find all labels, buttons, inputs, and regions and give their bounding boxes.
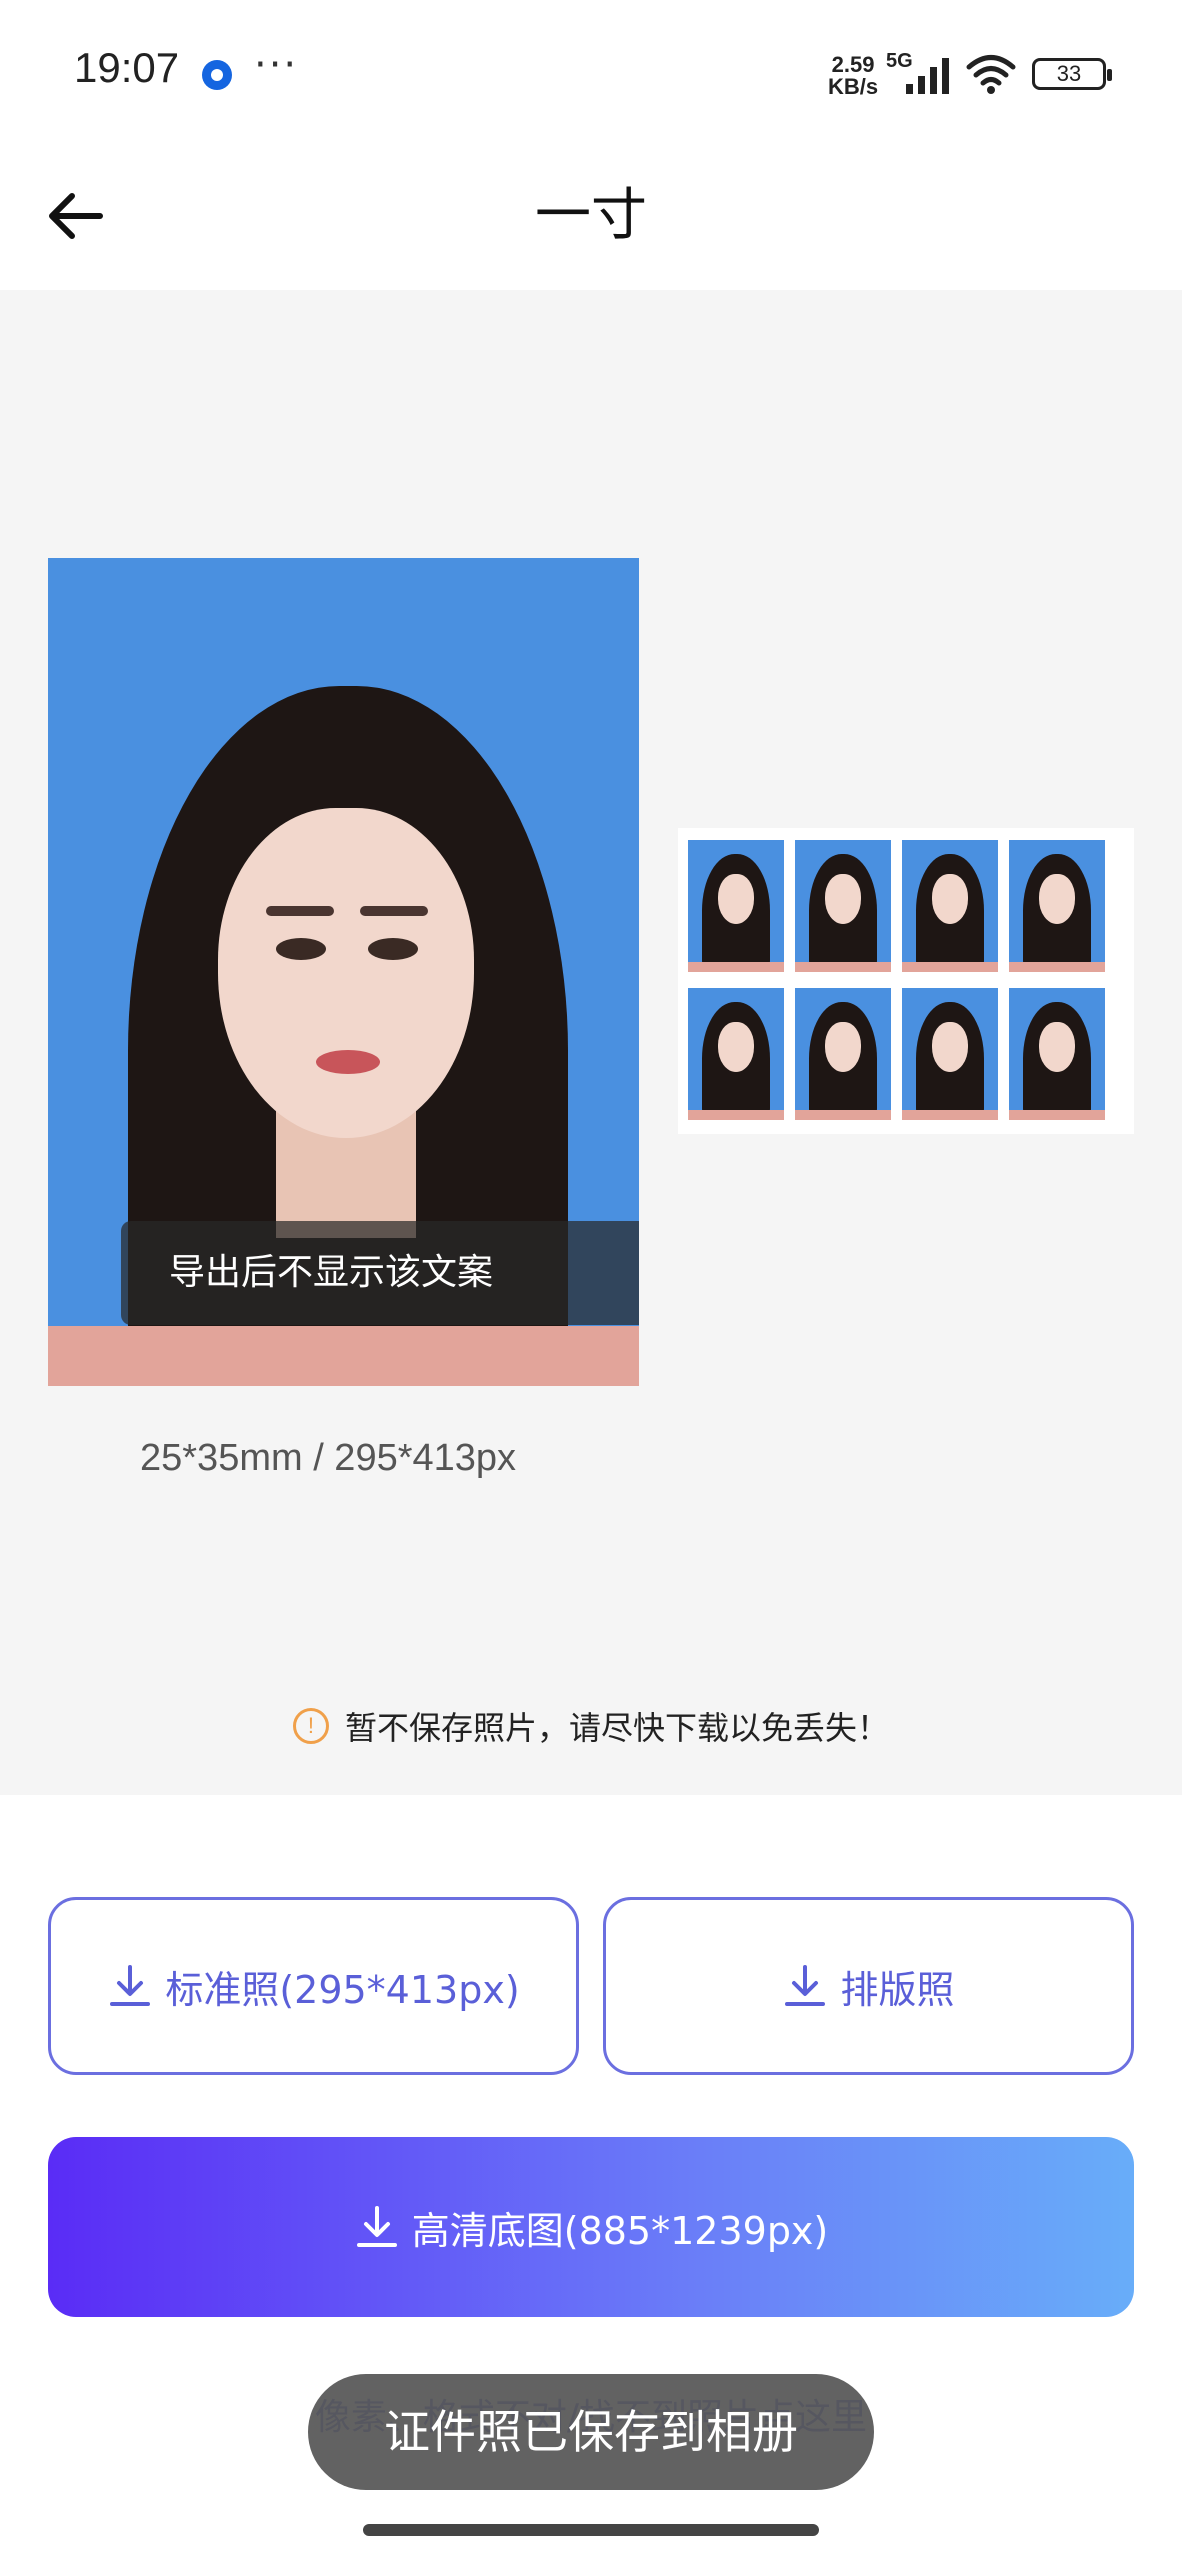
photo-brow	[266, 906, 334, 916]
status-bar: 19:07 ··· 2.59 KB/s 5G 33	[0, 0, 1182, 140]
more-dots-icon: ···	[254, 42, 299, 88]
net-speed: 2.59 KB/s	[828, 54, 878, 98]
download-hd-button[interactable]: 高清底图(885*1239px)	[48, 2137, 1134, 2317]
photo-lips	[316, 1050, 380, 1074]
layout-photo-thumbnail	[688, 840, 784, 972]
layout-photo-thumbnail	[902, 988, 998, 1120]
photo-face	[218, 808, 474, 1138]
download-standard-button[interactable]: 标准照(295*413px)	[48, 1897, 579, 2075]
layout-photo-thumbnail	[1009, 988, 1105, 1120]
notice-text: 暂不保存照片，请尽快下载以免丢失！	[344, 1709, 889, 1747]
signal-icon	[906, 58, 949, 94]
download-layout-label: 排版照	[840, 1967, 955, 2012]
photo-shirt	[48, 1326, 639, 1386]
home-indicator[interactable]	[363, 2524, 819, 2536]
download-standard-label: 标准照(295*413px)	[165, 1967, 520, 2012]
layout-photo-thumbnail	[1009, 840, 1105, 972]
layout-sheet-preview	[678, 828, 1134, 1134]
layout-photo-thumbnail	[688, 988, 784, 1120]
id-photo-preview: 导出后不显示该文案	[48, 558, 639, 1386]
download-icon	[356, 2206, 397, 2247]
download-icon	[785, 1965, 826, 2006]
info-icon: !	[292, 1708, 329, 1744]
page-title: 一寸	[535, 183, 647, 248]
preview-area: 导出后不显示该文案 25*35mm / 295*413px ! 暂不保存照片，请尽…	[0, 290, 1182, 1795]
download-hd-label: 高清底图(885*1239px)	[411, 2208, 829, 2253]
photo-eye	[276, 938, 326, 960]
wifi-icon	[966, 55, 1016, 94]
watermark-label: 导出后不显示该文案	[121, 1221, 639, 1325]
toast-message: 证件照已保存到相册	[308, 2374, 874, 2490]
layout-photo-thumbnail	[795, 988, 891, 1120]
battery-level: 33	[1056, 61, 1082, 86]
layout-photo-thumbnail	[902, 840, 998, 972]
download-icon	[110, 1965, 151, 2006]
header: 一寸	[0, 140, 1182, 290]
photo-brow	[360, 906, 428, 916]
photo-eye	[368, 938, 418, 960]
photo-size-info: 25*35mm / 295*413px	[140, 1437, 517, 1479]
app-notification-icon	[202, 60, 232, 90]
net-speed-unit: KB/s	[828, 74, 879, 99]
layout-photo-thumbnail	[795, 840, 891, 972]
status-time: 19:07	[74, 44, 180, 91]
battery-icon: 33	[1032, 58, 1112, 90]
download-layout-button[interactable]: 排版照	[603, 1897, 1134, 2075]
save-notice: ! 暂不保存照片，请尽快下载以免丢失！	[0, 1703, 1182, 1749]
